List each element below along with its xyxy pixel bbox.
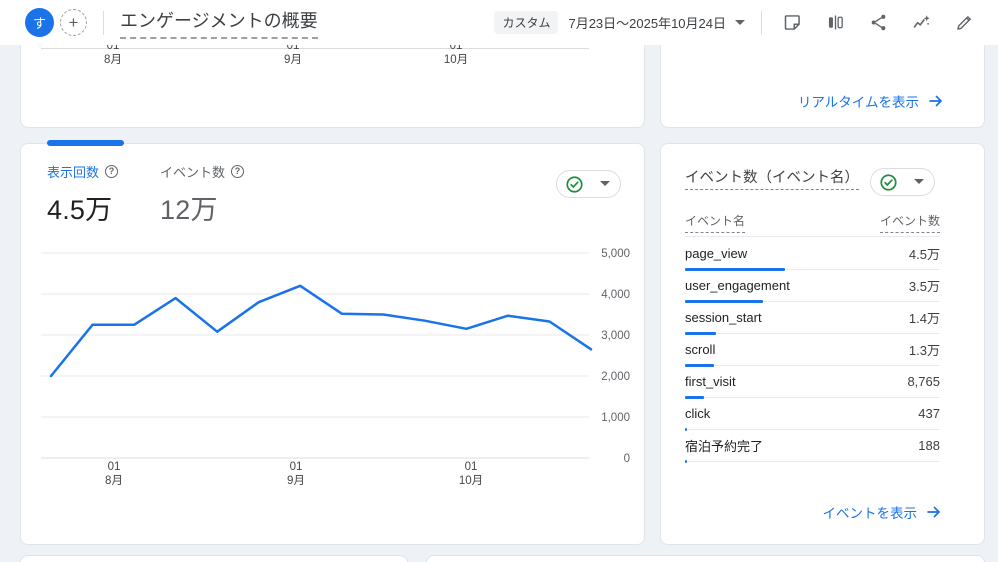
event-name: user_engagement	[685, 278, 790, 293]
column-event-name[interactable]: イベント名	[685, 212, 745, 233]
events-card-title: イベント数（イベント名）	[685, 166, 859, 187]
event-count: 8,765	[907, 374, 940, 389]
y-axis-label: 5,000	[601, 248, 630, 260]
chevron-down-icon	[914, 179, 924, 185]
event-row: scroll 1.3万	[685, 334, 940, 366]
ga-engagement-overview-page: 01 8月 01 9月 01 10月 リアルタイムを表示 す + エンゲージメントの概要 …	[0, 0, 998, 562]
plus-icon: +	[69, 14, 79, 31]
x-axis-label-month: 8月	[105, 475, 123, 487]
y-axis-label: 2,000	[601, 371, 630, 383]
x-axis-label-day: 01	[290, 461, 303, 473]
column-event-count[interactable]: イベント数	[880, 212, 940, 233]
header-divider	[761, 11, 762, 35]
check-circle-icon	[879, 173, 898, 192]
event-count: 437	[918, 406, 940, 421]
x-axis-label-month: 10月	[459, 475, 483, 487]
view-realtime-link[interactable]: リアルタイムを表示	[798, 91, 944, 111]
insights-icon	[911, 12, 932, 33]
event-name: first_visit	[685, 374, 736, 389]
insights-button[interactable]	[911, 12, 933, 34]
check-circle-icon	[565, 175, 584, 194]
tab-views[interactable]: 表示回数 ? 4.5万	[47, 162, 118, 227]
event-row: first_visit 8,765	[685, 366, 940, 398]
arrow-forward-icon	[926, 504, 942, 520]
y-axis-label: 1,000	[601, 412, 630, 424]
views-series-line	[51, 286, 591, 376]
event-count: 4.5万	[909, 244, 940, 263]
x-axis-label-day: 01	[465, 461, 478, 473]
event-row: session_start 1.4万	[685, 302, 940, 334]
card-partial-bottom-left	[20, 555, 408, 562]
event-name: page_view	[685, 246, 747, 261]
event-count: 188	[918, 438, 940, 453]
y-axis-label: 3,000	[601, 330, 630, 342]
notes-button[interactable]	[782, 12, 804, 34]
account-avatar[interactable]: す	[25, 8, 54, 37]
arrow-forward-icon	[928, 93, 944, 109]
event-row: 宿泊予約完了 188	[685, 430, 940, 462]
event-row: page_view 4.5万	[685, 238, 940, 270]
card-partial-bottom-right	[426, 555, 985, 562]
header-controls: カスタム 7月23日～2025年10月24日	[494, 11, 998, 35]
event-row: click 437	[685, 398, 940, 430]
date-range-selector[interactable]: 7月23日～2025年10月24日	[568, 13, 726, 32]
event-count: 1.4万	[909, 308, 940, 327]
y-axis-label: 4,000	[601, 289, 630, 301]
card-event-counts: イベント数（イベント名） イベント名 イベント数 page_view 4.5万 us…	[660, 143, 985, 545]
add-comparison-button[interactable]: +	[60, 9, 87, 36]
event-name: scroll	[685, 342, 715, 357]
help-icon[interactable]: ?	[231, 165, 244, 178]
share-icon	[868, 12, 889, 33]
tab-views-value: 4.5万	[47, 188, 118, 227]
avatar-initial: す	[33, 13, 46, 32]
view-events-link-label: イベントを表示	[823, 502, 918, 522]
event-name: 宿泊予約完了	[685, 436, 763, 455]
view-realtime-link-label: リアルタイムを表示	[798, 91, 919, 111]
data-quality-button[interactable]	[870, 168, 935, 196]
tab-event-count-value: 12万	[160, 188, 244, 227]
tab-event-count-label: イベント数	[160, 162, 225, 181]
page-title: エンゲージメントの概要	[120, 7, 318, 39]
comparison-button[interactable]	[825, 12, 847, 34]
event-count: 3.5万	[909, 276, 940, 295]
event-count-bar	[685, 460, 687, 463]
event-count: 1.3万	[909, 340, 940, 359]
selected-tab-indicator	[47, 140, 124, 146]
y-axis-label: 0	[624, 453, 630, 465]
x-axis-label-month: 9月	[287, 475, 305, 487]
event-name: click	[685, 406, 710, 421]
chevron-down-icon	[600, 181, 610, 187]
edit-pencil-icon	[954, 12, 975, 33]
share-button[interactable]	[868, 12, 890, 34]
tab-event-count[interactable]: イベント数 ? 12万	[160, 162, 244, 227]
chevron-down-icon[interactable]	[735, 20, 745, 26]
tab-views-label: 表示回数	[47, 162, 99, 181]
edit-button[interactable]	[954, 12, 976, 34]
header-divider	[103, 11, 104, 35]
events-table-body: page_view 4.5万 user_engagement 3.5万 session_…	[685, 238, 940, 462]
metric-tabs: 表示回数 ? 4.5万 イベント数 ? 12万	[47, 162, 244, 227]
x-axis-label-day: 01	[108, 461, 121, 473]
events-table-header: イベント名 イベント数	[685, 208, 940, 237]
report-header: す + エンゲージメントの概要 カスタム 7月23日～2025年10月24日	[0, 0, 998, 45]
event-name: session_start	[685, 310, 762, 325]
view-events-link[interactable]: イベントを表示	[823, 502, 943, 522]
note-icon	[782, 12, 803, 33]
data-quality-button[interactable]	[556, 170, 621, 198]
date-mode-badge: カスタム	[494, 11, 558, 34]
help-icon[interactable]: ?	[105, 165, 118, 178]
event-row: user_engagement 3.5万	[685, 270, 940, 302]
comparison-icon	[825, 12, 846, 33]
card-views-over-time: 表示回数 ? 4.5万 イベント数 ? 12万 0 1,000	[20, 143, 645, 545]
